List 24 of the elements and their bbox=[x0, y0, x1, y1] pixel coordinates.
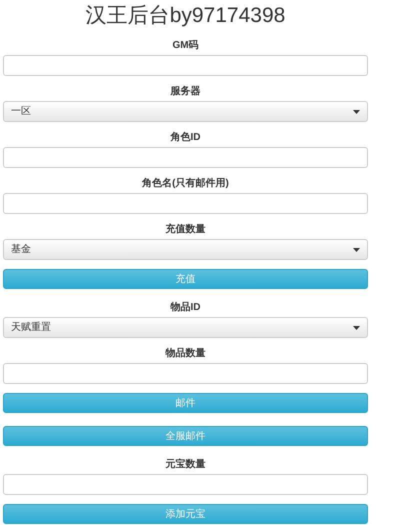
dropdown[interactable]: 天赋重置 bbox=[3, 317, 368, 338]
input-field[interactable] bbox=[3, 363, 368, 384]
input-field[interactable] bbox=[3, 193, 368, 214]
input-field[interactable] bbox=[3, 147, 368, 168]
action-button[interactable]: 全服邮件 bbox=[3, 426, 368, 446]
field-label: GM码 bbox=[172, 39, 199, 53]
field-label: 角色名(只有邮件用) bbox=[142, 177, 229, 191]
field-label: 服务器 bbox=[170, 85, 200, 99]
field-label: 物品数量 bbox=[166, 347, 206, 361]
action-button[interactable]: 充值 bbox=[3, 269, 368, 289]
input-field[interactable] bbox=[3, 55, 368, 76]
page-title: 汉王后台by97174398 bbox=[86, 3, 286, 29]
field-label: 充值数量 bbox=[166, 223, 206, 237]
action-button[interactable]: 添加元宝 bbox=[3, 504, 368, 524]
field-label: 角色ID bbox=[170, 131, 200, 145]
dropdown[interactable]: 一区 bbox=[3, 101, 368, 122]
caret-icon bbox=[353, 110, 360, 114]
field-label: 元宝数量 bbox=[166, 458, 206, 472]
field-label: 物品ID bbox=[170, 301, 200, 315]
caret-icon bbox=[353, 326, 360, 330]
input-field[interactable] bbox=[3, 474, 368, 495]
action-button[interactable]: 邮件 bbox=[3, 393, 368, 413]
caret-icon bbox=[353, 248, 360, 252]
dropdown[interactable]: 基金 bbox=[3, 239, 368, 260]
